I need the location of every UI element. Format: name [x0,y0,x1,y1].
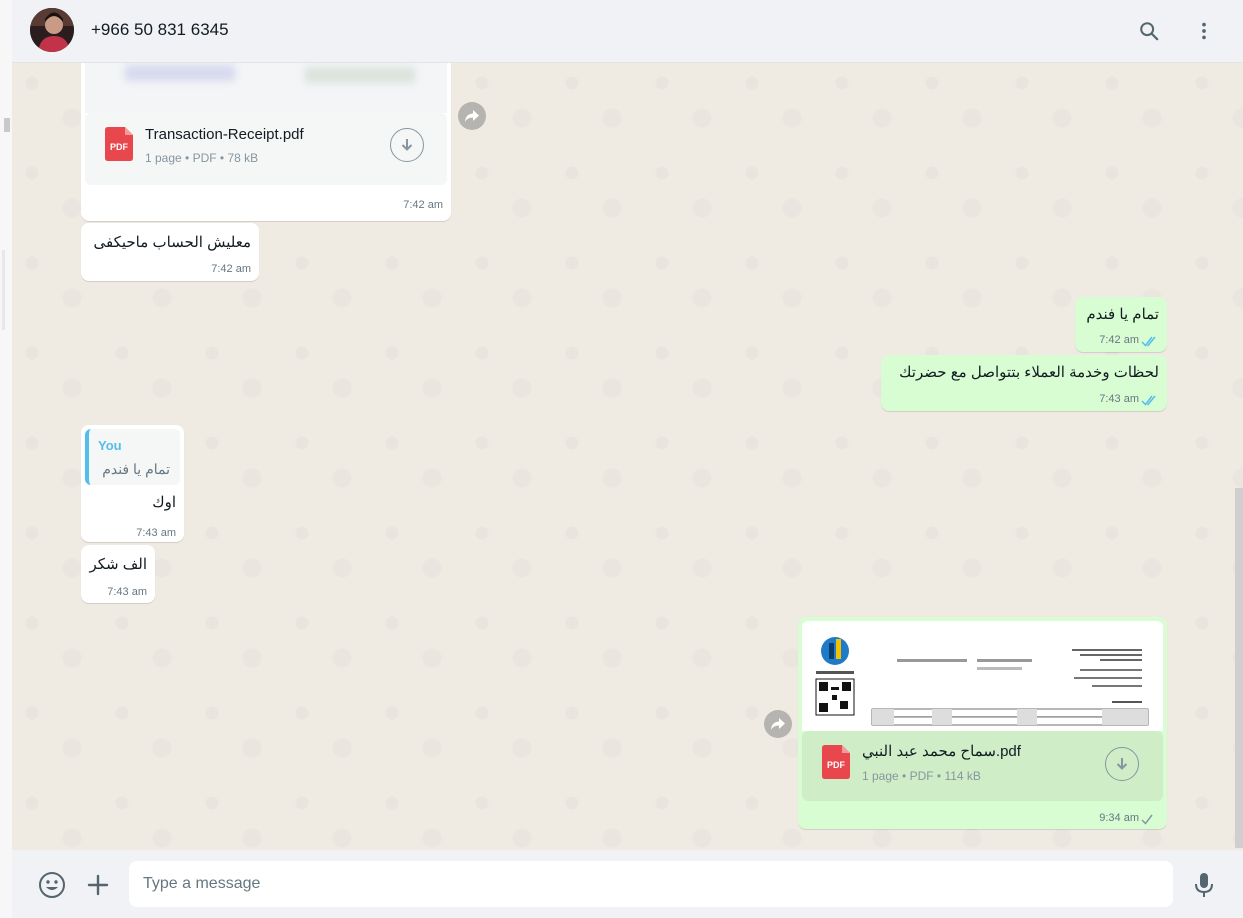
contact-name[interactable]: +966 50 831 6345 [91,20,229,40]
message-outgoing-file[interactable]: PDF سماح محمد عبد النبي.pdf 1 page • PDF… [798,617,1167,829]
message-text: اوك [152,494,176,511]
message-text: لحظات وخدمة العملاء بتتواصل مع حضرتك [899,364,1159,381]
file-card[interactable]: PDF سماح محمد عبد النبي.pdf 1 page • PDF… [802,731,1163,801]
plus-icon[interactable] [83,870,113,900]
file-preview-thumbnail[interactable] [85,63,447,113]
svg-text:PDF: PDF [110,142,129,152]
file-card[interactable]: PDF Transaction-Receipt.pdf 1 page • PDF… [85,113,447,185]
message-text: تمام يا فندم [1086,306,1159,323]
emoji-icon[interactable] [37,870,67,900]
file-name: سماح محمد عبد النبي.pdf [862,743,1021,760]
quote-text: تمام يا فندم [102,461,170,477]
quoted-message[interactable]: You تمام يا فندم [85,429,180,485]
message-composer[interactable] [12,850,1243,918]
contact-avatar[interactable] [30,8,74,52]
message-incoming-reply[interactable]: You تمام يا فندم اوك 7:43 am [81,425,184,542]
forward-icon [771,718,785,730]
chat-header[interactable]: +966 50 831 6345 [12,0,1243,63]
read-receipt-icon [1141,336,1156,347]
message-text: الف شكر [89,556,147,573]
chat-scrollbar[interactable] [1235,488,1243,848]
read-receipt-icon [1141,395,1156,406]
forward-button[interactable] [458,102,486,130]
sent-tick-icon [1141,814,1153,825]
forward-button[interactable] [764,710,792,738]
chat-messages-area[interactable]: PDF Transaction-Receipt.pdf 1 page • PDF… [12,63,1243,850]
pdf-icon: PDF [822,745,850,779]
message-time: 7:42 am [211,263,251,275]
download-button[interactable] [1105,747,1139,781]
message-input[interactable] [129,861,1173,907]
quote-author: You [98,438,122,453]
download-button[interactable] [390,128,424,162]
file-preview-thumbnail[interactable] [802,621,1163,731]
message-time: 7:42 am [403,199,443,211]
svg-text:PDF: PDF [827,760,846,770]
message-incoming[interactable]: الف شكر 7:43 am [81,545,155,603]
message-time: 7:43 am [1099,393,1139,405]
message-text: معليش الحساب ماحيكفى [93,234,252,251]
pdf-icon: PDF [105,127,133,161]
forward-icon [465,110,479,122]
message-time: 7:43 am [107,586,147,598]
message-outgoing[interactable]: تمام يا فندم 7:42 am [1075,297,1167,352]
message-incoming-file[interactable]: PDF Transaction-Receipt.pdf 1 page • PDF… [81,63,451,221]
message-time: 7:43 am [136,527,176,539]
document-preview-image [815,637,1149,726]
search-icon[interactable] [1134,16,1164,46]
microphone-icon[interactable] [1189,870,1219,900]
file-name: Transaction-Receipt.pdf [145,126,304,143]
file-meta: 1 page • PDF • 78 kB [145,151,259,165]
message-outgoing[interactable]: لحظات وخدمة العملاء بتتواصل مع حضرتك 7:4… [881,355,1167,411]
download-icon [1116,758,1128,770]
message-time: 9:34 am [1099,812,1139,824]
message-time: 7:42 am [1099,334,1139,346]
more-vertical-icon[interactable] [1189,16,1219,46]
download-icon [401,139,413,151]
message-incoming[interactable]: معليش الحساب ماحيكفى 7:42 am [81,223,259,281]
file-meta: 1 page • PDF • 114 kB [862,769,981,783]
